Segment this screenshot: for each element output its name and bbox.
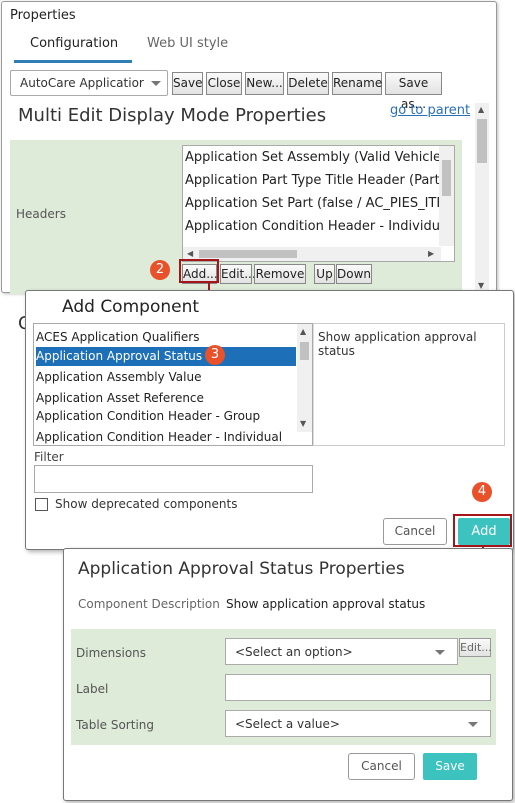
- step-callout-3: 3: [205, 345, 225, 365]
- dialog-title: Application Approval Status Properties: [78, 559, 405, 579]
- table-sorting-label: Table Sorting: [76, 718, 154, 732]
- add-component-dialog: Add Component ACES Application Qualifier…: [25, 290, 514, 550]
- cancel-button[interactable]: Cancel: [383, 518, 447, 545]
- properties-panel: Properties Configuration Web UI style Au…: [1, 1, 497, 334]
- show-deprecated-checkbox[interactable]: [35, 498, 48, 511]
- cancel-button[interactable]: Cancel: [348, 753, 415, 780]
- filter-label: Filter: [34, 450, 64, 464]
- list-item[interactable]: Application Condition Header - Individua…: [185, 219, 452, 234]
- scroll-down-icon[interactable]: ▼: [478, 281, 484, 290]
- go-to-parent-link[interactable]: go to parent: [390, 103, 470, 118]
- scroll-down-icon[interactable]: ▼: [300, 419, 306, 428]
- chevron-down-icon: [468, 722, 478, 727]
- step-callout-4: 4: [472, 482, 492, 502]
- edit-button[interactable]: Edit...: [220, 264, 256, 284]
- remove-button[interactable]: Remove: [254, 264, 306, 284]
- add-button-highlight: [453, 514, 512, 547]
- component-description: Show application approval status: [313, 323, 505, 446]
- mode-title: Multi Edit Display Mode Properties: [18, 105, 327, 126]
- scroll-right-icon[interactable]: ▶: [428, 249, 434, 258]
- tab-bar: Configuration Web UI style: [2, 30, 496, 64]
- close-button[interactable]: Close: [206, 72, 242, 95]
- dialog-title: Add Component: [62, 297, 200, 317]
- list-item[interactable]: ACES Application Qualifiers: [36, 328, 296, 347]
- approval-status-properties-dialog: Application Approval Status Properties C…: [63, 548, 513, 801]
- tab-configuration[interactable]: Configuration: [30, 36, 118, 51]
- component-list[interactable]: ACES Application Qualifiers Application …: [33, 323, 313, 446]
- label-input[interactable]: [225, 674, 491, 701]
- scrollbar-thumb[interactable]: [442, 160, 451, 196]
- scroll-up-icon[interactable]: ▲: [300, 327, 306, 336]
- headers-label: Headers: [16, 207, 66, 221]
- headers-list-vertical-scrollbar[interactable]: [439, 146, 454, 246]
- scrollbar-thumb[interactable]: [477, 119, 487, 163]
- new-button[interactable]: New...: [245, 72, 284, 95]
- save-button[interactable]: Save: [172, 72, 203, 95]
- up-button[interactable]: Up: [314, 264, 335, 284]
- component-description-label: Component Description: [78, 597, 220, 611]
- list-item[interactable]: Application Assembly Value: [36, 368, 296, 387]
- save-button[interactable]: Save: [423, 753, 477, 780]
- scroll-left-icon[interactable]: ◀: [187, 249, 193, 258]
- step-callout-2: 2: [150, 260, 170, 280]
- label-label: Label: [76, 682, 109, 696]
- list-item[interactable]: Application Condition Header - Individua…: [36, 428, 296, 445]
- tab-web-ui-style[interactable]: Web UI style: [147, 36, 228, 51]
- rename-button[interactable]: Rename: [332, 72, 382, 95]
- list-item[interactable]: Application Condition Header - Group: [36, 407, 296, 426]
- properties-scrollbar[interactable]: ▲ ▼: [475, 103, 489, 293]
- chevron-down-icon: [435, 650, 445, 655]
- dimensions-select-value: <Select an option>: [235, 645, 353, 659]
- save-as-button[interactable]: Save as...: [385, 72, 442, 111]
- list-item[interactable]: Application Part Type Title Header (Part…: [185, 173, 452, 188]
- down-button[interactable]: Down: [336, 264, 372, 284]
- dimensions-label: Dimensions: [76, 646, 147, 660]
- scroll-up-icon[interactable]: ▲: [478, 105, 484, 114]
- properties-title: Properties: [10, 8, 76, 23]
- component-description-value: Show application approval status: [226, 597, 426, 611]
- edit-dimensions-button[interactable]: Edit...: [459, 638, 492, 657]
- table-sorting-select-value: <Select a value>: [235, 717, 340, 731]
- configuration-select-value: AutoCare Applicatior: [20, 76, 144, 90]
- list-item[interactable]: Application Asset Reference: [36, 389, 296, 408]
- table-sorting-select[interactable]: <Select a value>: [225, 710, 491, 737]
- list-item[interactable]: Application Set Assembly (Valid Vehicle …: [185, 150, 450, 165]
- active-tab-indicator: [14, 60, 132, 63]
- dimensions-select[interactable]: <Select an option>: [225, 638, 458, 665]
- delete-button[interactable]: Delete: [287, 72, 329, 95]
- headers-list-horizontal-scrollbar[interactable]: ◀ ▶: [183, 247, 441, 261]
- configuration-select[interactable]: AutoCare Applicatior: [10, 70, 168, 96]
- show-deprecated-label: Show deprecated components: [55, 497, 238, 511]
- chevron-down-icon: [151, 81, 161, 86]
- filter-input[interactable]: [34, 465, 313, 493]
- scrollbar-thumb[interactable]: [199, 250, 297, 258]
- component-list-scrollbar[interactable]: ▲ ▼: [297, 324, 312, 432]
- list-item[interactable]: Application Set Part (false / AC_PIES_IT…: [185, 196, 454, 211]
- headers-list[interactable]: Application Set Assembly (Valid Vehicle …: [182, 145, 455, 262]
- list-item-selected[interactable]: Application Approval Status: [36, 347, 296, 366]
- add-button-highlight: [179, 259, 219, 283]
- scrollbar-thumb[interactable]: [300, 342, 309, 360]
